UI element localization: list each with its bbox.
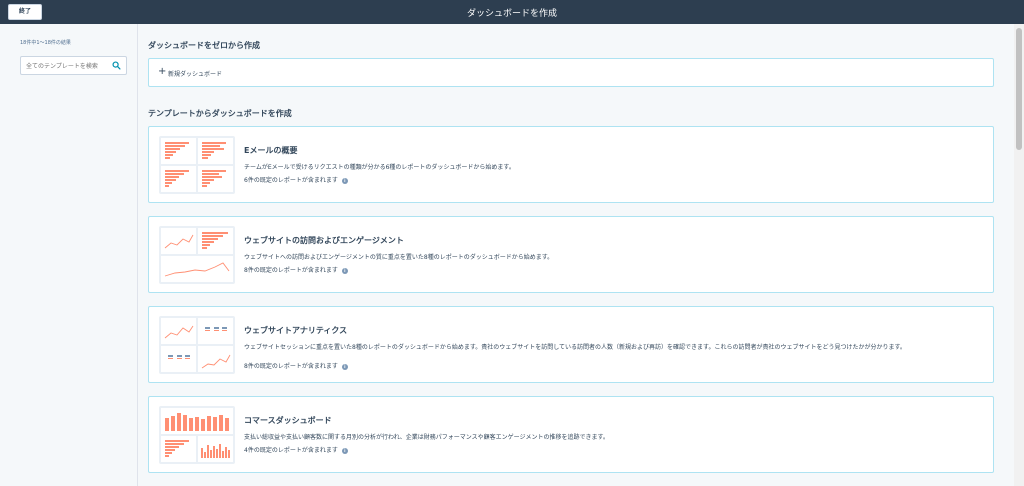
template-report-count-text: 6件の既定のレポートが含まれます [244,177,338,184]
new-dashboard-label: 新規ダッシュボード [168,71,223,78]
scrollbar-thumb[interactable] [1016,28,1022,150]
search-box[interactable] [20,56,127,75]
template-card-commerce[interactable]: コマースダッシュボード 支払い総収益や支払い顧客数に関する月別の分析が行われ、企… [148,396,994,473]
main-content: ダッシュボードをゼロから作成 + 新規ダッシュボード テンプレートからダッシュボ… [138,24,1014,486]
scratch-heading: ダッシュボードをゼロから作成 [148,41,260,50]
template-description: ウェブサイトセッションに重点を置いた8種のレポートのダッシュボードから始めます。… [244,344,906,351]
plus-icon: + [158,66,167,77]
template-report-count: 8件の既定のレポートが含まれます i [244,361,348,370]
thumbnail-column-charts [159,406,235,464]
template-title: コマースダッシュボード [244,416,332,425]
template-report-count-text: 8件の既定のレポートが含まれます [244,363,338,370]
thumbnail-mixed-charts [159,226,235,284]
template-report-count: 4件の既定のレポートが含まれます i [244,445,348,454]
new-dashboard-button[interactable]: + 新規ダッシュボード [148,58,994,87]
sidebar: 18件中1～18件の結果 [0,24,138,486]
search-input[interactable] [26,61,108,71]
template-title: ウェブサイトアナリティクス [244,326,348,335]
info-icon[interactable]: i [341,177,348,184]
template-report-count-text: 4件の既定のレポートが含まれます [244,447,338,454]
result-count: 18件中1～18件の結果 [20,40,71,46]
template-card-website-engagement[interactable]: ウェブサイトの訪問およびエンゲージメント ウェブサイトへの訪問およびエンゲージメ… [148,216,994,293]
template-title: ウェブサイトの訪問およびエンゲージメント [244,236,404,245]
thumbnail-bar-charts [159,136,235,194]
template-report-count: 8件の既定のレポートが含まれます i [244,265,348,274]
template-heading: テンプレートからダッシュボードを作成 [148,109,292,118]
template-description: 支払い総収益や支払い顧客数に関する月別の分析が行われ、企業は財務パフォーマンスや… [244,434,609,441]
top-bar: 終了 ダッシュボードを作成 [0,0,1024,24]
template-description: チームがEメールで受けるリクエストの種類が分かる6種のレポートのダッシュボードか… [244,164,515,171]
info-icon[interactable]: i [341,447,348,454]
scrollbar[interactable] [1014,24,1024,486]
info-icon[interactable]: i [341,363,348,370]
thumbnail-line-charts [159,316,235,374]
template-report-count: 6件の既定のレポートが含まれます i [244,175,348,184]
template-card-website-analytics[interactable]: ウェブサイトアナリティクス ウェブサイトセッションに重点を置いた8種のレポートの… [148,306,994,383]
page-title: ダッシュボードを作成 [466,9,557,19]
info-icon[interactable]: i [341,267,348,274]
template-report-count-text: 8件の既定のレポートが含まれます [244,267,338,274]
template-card-email-overview[interactable]: Eメールの概要 チームがEメールで受けるリクエストの種類が分かる6種のレポートの… [148,126,994,203]
template-description: ウェブサイトへの訪問およびエンゲージメントの質に重点を置いた8種のレポートのダッ… [244,254,554,261]
template-title: Eメールの概要 [244,146,298,155]
search-icon[interactable] [112,61,121,70]
